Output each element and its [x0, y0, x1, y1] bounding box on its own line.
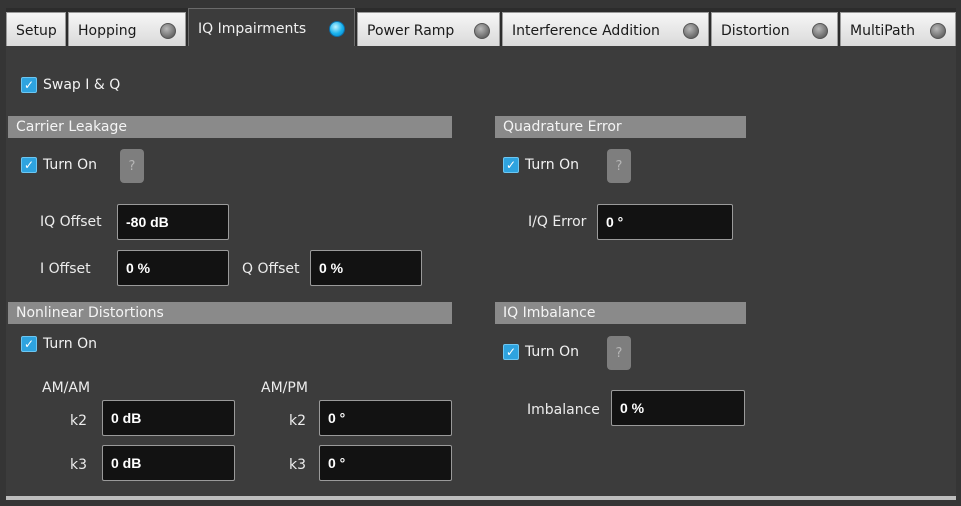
- carrier-leakage-title: Carrier Leakage: [16, 119, 128, 135]
- nonlinear-turn-on-label: Turn On: [43, 336, 98, 352]
- status-indicator-icon: [930, 22, 946, 39]
- am-am-label: AM/AM: [42, 380, 91, 396]
- iq-offset-label: IQ Offset: [40, 214, 102, 230]
- nonlinear-distortions-header: Nonlinear Distortions: [8, 302, 452, 324]
- question-icon: ?: [128, 158, 136, 174]
- ampm-k2-input[interactable]: 0 °: [319, 400, 452, 436]
- tab-setup[interactable]: Setup: [6, 12, 66, 48]
- checkmark-icon: ✓: [21, 77, 37, 93]
- status-indicator-icon: [474, 22, 490, 39]
- amam-k2-input[interactable]: 0 dB: [102, 400, 235, 436]
- quadrature-error-help-button[interactable]: ?: [607, 149, 631, 183]
- ampm-k3-label: k3: [289, 457, 307, 473]
- quadrature-error-turn-on-checkbox[interactable]: ✓ Turn On: [503, 157, 579, 173]
- question-icon: ?: [615, 158, 623, 174]
- i-offset-input[interactable]: 0 %: [117, 250, 229, 286]
- quadrature-error-title: Quadrature Error: [503, 119, 622, 135]
- amam-k3-label: k3: [70, 457, 88, 473]
- imbalance-input[interactable]: 0 %: [611, 390, 745, 426]
- tab-distortion[interactable]: Distortion: [711, 12, 838, 48]
- iq-error-input[interactable]: 0 °: [597, 204, 733, 240]
- amam-k3-input[interactable]: 0 dB: [102, 445, 235, 481]
- tab-iq-impairments[interactable]: IQ Impairments: [188, 8, 355, 48]
- question-icon: ?: [615, 345, 623, 361]
- iq-imbalance-title: IQ Imbalance: [503, 305, 596, 321]
- am-pm-label: AM/PM: [261, 380, 308, 396]
- tab-multipath-label: MultiPath: [850, 22, 915, 39]
- ampm-k3-input[interactable]: 0 °: [319, 445, 452, 481]
- carrier-leakage-help-button[interactable]: ?: [120, 149, 144, 183]
- checkmark-icon: ✓: [21, 336, 37, 352]
- nonlinear-distortions-title: Nonlinear Distortions: [16, 305, 164, 321]
- quadrature-error-turn-on-label: Turn On: [525, 157, 580, 173]
- tab-distortion-label: Distortion: [721, 22, 790, 39]
- checkmark-icon: ✓: [21, 157, 37, 173]
- tab-bar: Setup Hopping IQ Impairments Power Ramp …: [6, 8, 956, 48]
- status-indicator-icon: [329, 20, 345, 37]
- iq-imbalance-turn-on-checkbox[interactable]: ✓ Turn On: [503, 344, 579, 360]
- tab-power-ramp-label: Power Ramp: [367, 22, 455, 39]
- window-frame: Setup Hopping IQ Impairments Power Ramp …: [0, 0, 961, 506]
- amam-k2-label: k2: [70, 413, 88, 429]
- tab-setup-label: Setup: [16, 22, 57, 39]
- status-indicator-icon: [812, 22, 828, 39]
- tab-iq-impairments-label: IQ Impairments: [198, 20, 307, 37]
- q-offset-input[interactable]: 0 %: [310, 250, 422, 286]
- tab-interference-addition[interactable]: Interference Addition: [502, 12, 709, 48]
- tab-multipath[interactable]: MultiPath: [840, 12, 956, 48]
- iq-imbalance-turn-on-label: Turn On: [525, 344, 580, 360]
- iq-impairments-panel: ✓ Swap I & Q Carrier Leakage ✓ Turn On ?…: [6, 46, 956, 496]
- checkmark-icon: ✓: [503, 157, 519, 173]
- bottom-border: [6, 496, 956, 500]
- tab-power-ramp[interactable]: Power Ramp: [357, 12, 500, 48]
- iq-imbalance-header: IQ Imbalance: [495, 302, 746, 324]
- status-indicator-icon: [683, 22, 699, 39]
- iq-error-label: I/Q Error: [528, 214, 587, 230]
- tab-hopping[interactable]: Hopping: [68, 12, 186, 48]
- iq-imbalance-help-button[interactable]: ?: [607, 336, 631, 370]
- status-indicator-icon: [160, 22, 176, 39]
- iq-offset-input[interactable]: -80 dB: [117, 204, 229, 240]
- nonlinear-turn-on-checkbox[interactable]: ✓ Turn On: [21, 336, 97, 352]
- swap-iq-label: Swap I & Q: [43, 77, 121, 93]
- carrier-leakage-turn-on-checkbox[interactable]: ✓ Turn On: [21, 157, 97, 173]
- quadrature-error-header: Quadrature Error: [495, 116, 746, 138]
- q-offset-label: Q Offset: [242, 261, 300, 277]
- tab-interference-addition-label: Interference Addition: [512, 22, 660, 39]
- carrier-leakage-header: Carrier Leakage: [8, 116, 452, 138]
- ampm-k2-label: k2: [289, 413, 307, 429]
- tab-hopping-label: Hopping: [78, 22, 137, 39]
- swap-iq-checkbox[interactable]: ✓ Swap I & Q: [21, 77, 120, 93]
- carrier-leakage-turn-on-label: Turn On: [43, 157, 98, 173]
- i-offset-label: I Offset: [40, 261, 91, 277]
- checkmark-icon: ✓: [503, 344, 519, 360]
- imbalance-label: Imbalance: [527, 402, 600, 418]
